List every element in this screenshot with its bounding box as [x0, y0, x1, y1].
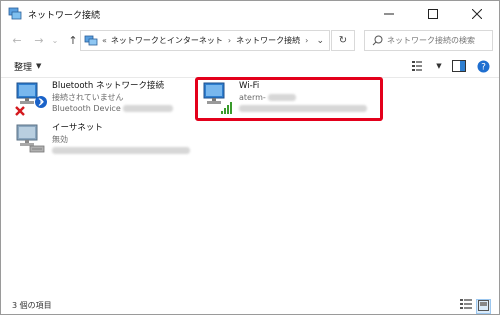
organize-label: 整理	[14, 62, 33, 73]
breadcrumb-separator-icon[interactable]: ›	[305, 36, 308, 45]
close-button[interactable]	[455, 1, 499, 27]
large-icons-view-button[interactable]	[476, 299, 491, 314]
window-title: ネットワーク接続	[28, 10, 101, 21]
address-bar[interactable]: « ネットワークとインターネット › ネットワーク接続 › ⌄	[80, 30, 330, 51]
up-button[interactable]: ↑	[65, 32, 81, 48]
caret-down-icon: ▼	[36, 62, 42, 70]
control-panel-icon	[84, 35, 98, 45]
connection-item-ethernet[interactable]: イーサネット 無効	[14, 123, 190, 157]
organize-button[interactable]: 整理 ▼	[14, 60, 41, 73]
connection-status: 接続されていません	[52, 93, 124, 102]
highlight-box	[195, 77, 383, 121]
connection-name: Bluetooth ネットワーク接続	[52, 81, 164, 91]
minimize-button[interactable]	[367, 1, 411, 27]
breadcrumb-overflow[interactable]: «	[102, 36, 107, 45]
explorer-window: ネットワーク接続 ← → ⌄ ↑ « ネットワークとインターネット › ネットワ…	[0, 0, 500, 315]
up-arrow-icon: ↑	[68, 33, 78, 47]
caret-down-icon: ▼	[436, 62, 442, 70]
help-icon: ?	[477, 60, 489, 72]
maximize-icon	[428, 9, 438, 19]
title-bar: ネットワーク接続	[1, 1, 499, 27]
redacted-text	[123, 105, 174, 112]
connection-device: Bluetooth Device	[52, 103, 174, 114]
help-button[interactable]: ?	[475, 58, 491, 74]
redacted-text	[52, 147, 190, 154]
connection-device	[52, 145, 190, 156]
search-input[interactable]	[387, 36, 487, 45]
search-box[interactable]	[364, 30, 493, 51]
refresh-icon: ↻	[338, 35, 348, 46]
more-options-button[interactable]: ▼	[435, 58, 443, 74]
back-button[interactable]: ←	[9, 32, 25, 48]
connection-device-name: Bluetooth Device	[52, 104, 121, 113]
network-connections-app-icon	[8, 7, 22, 20]
navigation-bar: ← → ⌄ ↑ « ネットワークとインターネット › ネットワーク接続 › ⌄ …	[1, 27, 499, 53]
details-view-icon	[460, 299, 472, 309]
maximize-button[interactable]	[411, 1, 455, 27]
address-dropdown-icon[interactable]: ⌄	[316, 36, 324, 46]
breadcrumb-network-connections[interactable]: ネットワーク接続	[236, 35, 300, 46]
close-icon	[472, 9, 482, 19]
search-icon	[372, 35, 383, 46]
refresh-button[interactable]: ↻	[331, 30, 355, 51]
forward-button[interactable]: →	[31, 32, 47, 48]
preview-pane-button[interactable]	[451, 58, 467, 74]
breadcrumb-network-internet[interactable]: ネットワークとインターネット	[111, 35, 223, 46]
forward-arrow-icon: →	[34, 33, 44, 47]
preview-pane-icon	[452, 60, 466, 72]
recent-locations-button[interactable]: ⌄	[47, 32, 63, 48]
ethernet-network-icon	[14, 123, 46, 157]
breadcrumb-separator-icon[interactable]: ›	[228, 36, 231, 45]
back-arrow-icon: ←	[12, 33, 22, 47]
command-bar: 整理 ▼ ▼ ?	[1, 55, 499, 78]
details-view-button[interactable]	[460, 299, 472, 314]
svg-text:?: ?	[481, 62, 486, 72]
minimize-icon	[384, 13, 394, 15]
view-options-icon	[412, 61, 422, 71]
connection-status: 無効	[52, 135, 68, 144]
large-icons-view-icon	[478, 300, 489, 311]
item-count: 3 個の項目	[12, 301, 52, 310]
change-view-button[interactable]	[411, 58, 427, 74]
status-bar: 3 個の項目	[1, 297, 499, 314]
chevron-down-icon: ⌄	[51, 35, 59, 45]
bluetooth-network-icon	[14, 81, 47, 116]
connection-item-bluetooth[interactable]: Bluetooth ネットワーク接続 接続されていません Bluetooth D…	[14, 81, 174, 116]
connection-name: イーサネット	[52, 123, 103, 133]
